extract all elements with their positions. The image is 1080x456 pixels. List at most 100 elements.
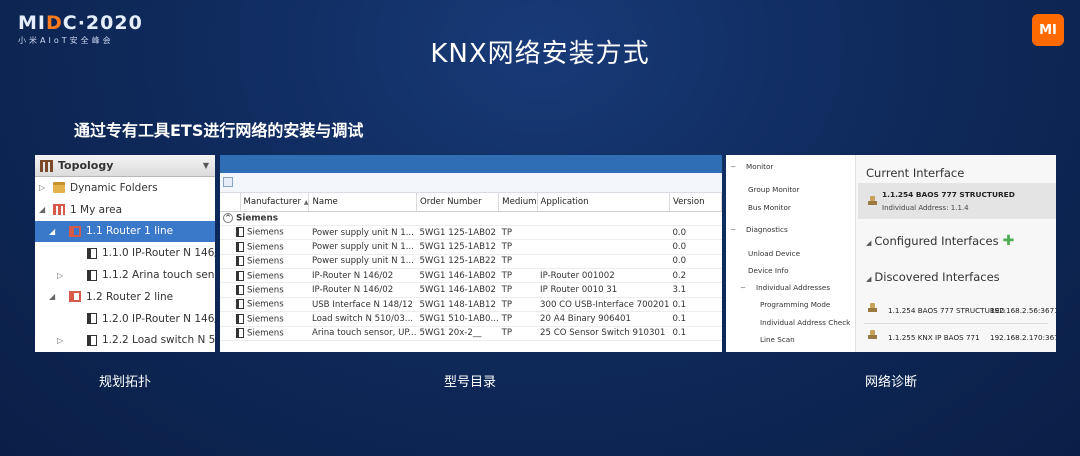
nav-item[interactable]: Programming Mode [760, 300, 830, 309]
nav-item-label: Line Scan [760, 335, 795, 344]
tree-item[interactable]: ▷ 1.2.2 Load switch N 510/... [35, 330, 215, 352]
col-name[interactable]: Name [308, 193, 417, 212]
order-number-cell: 5WG1 20x-2__ [416, 326, 499, 342]
application-cell: IP-Router 001002 [537, 268, 670, 284]
catalog-row[interactable]: Siemens Power supply unit N 1... 5WG1 125-… [220, 254, 722, 270]
catalog-row[interactable]: Siemens Power supply unit N 1... 5WG1 125-… [220, 225, 722, 241]
col-application[interactable]: Application [537, 193, 670, 212]
tree-item-label: 1.2 Router 2 line [86, 290, 174, 303]
nav-item[interactable]: − Individual Addresses [740, 283, 830, 292]
manufacturer-cell: Siemens [220, 254, 309, 270]
order-number-cell: 5WG1 125-1AB22 [416, 254, 499, 270]
device-icon [236, 270, 244, 281]
nav-item[interactable]: Bus Monitor [748, 203, 791, 212]
catalog-tool-icon[interactable] [223, 177, 233, 187]
expand-toggle-icon[interactable]: ▷ [57, 336, 63, 345]
line-icon [69, 225, 81, 237]
medium-cell: TP [498, 254, 538, 270]
collapse-icon[interactable]: − [730, 162, 738, 171]
application-cell: 20 A4 Binary 906401 [537, 311, 670, 327]
catalog-row[interactable]: Siemens Arina touch sensor, UP... 5WG1 20x… [220, 326, 722, 342]
tree-item[interactable]: ◢ 1.2 Router 2 line [35, 286, 215, 308]
group-label: Siemens [236, 213, 278, 224]
device-icon [236, 256, 244, 267]
tree-item[interactable]: ◢ 1 My area [35, 199, 215, 221]
tree-item[interactable]: ▷ 1.1.2 Arina touch sensor,... [35, 264, 215, 286]
application-cell: 25 CO Sensor Switch 910301 [537, 326, 670, 342]
interface-icon [868, 196, 877, 206]
medium-cell: TP [498, 225, 538, 241]
catalog-row[interactable]: Siemens IP-Router N 146/02 5WG1 146-1AB02 T… [220, 268, 722, 284]
discovered-interfaces-heading[interactable]: ◢ Discovered Interfaces [866, 270, 1000, 284]
manufacturer-cell: Siemens [220, 268, 309, 284]
name-cell: Load switch N 510/03... [308, 311, 417, 327]
col-order-number[interactable]: Order Number [416, 193, 500, 212]
col-medium[interactable]: Medium [498, 193, 538, 212]
tree-item-label: 1 My area [70, 203, 123, 216]
name-cell: Arina touch sensor, UP... [308, 326, 417, 342]
order-number-cell: 5WG1 510-1AB0... [416, 311, 499, 327]
device-icon [87, 247, 97, 259]
add-icon[interactable]: ✚ [1003, 233, 1015, 249]
col-version[interactable]: Version [669, 193, 722, 212]
topology-header[interactable]: Topology ▼ [35, 155, 215, 177]
group-row[interactable]: ^ Siemens [220, 211, 722, 226]
collapse-icon[interactable]: ^ [223, 212, 233, 223]
nav-item[interactable]: − Diagnostics [730, 225, 788, 234]
current-interface-name: 1.1.254 BAOS 777 STRUCTURED [882, 190, 1015, 199]
expand-toggle-icon[interactable]: ◢ [49, 227, 55, 236]
discovered-interface-name[interactable]: 1.1.255 KNX IP BAOS 771 [888, 333, 980, 342]
nav-item-label: Individual Addresses [756, 283, 831, 292]
nav-item[interactable]: Group Monitor [748, 185, 800, 194]
device-icon [236, 284, 244, 295]
nav-item[interactable]: Unload Device [748, 249, 800, 258]
medium-cell: TP [498, 326, 538, 342]
catalog-row[interactable]: Siemens Load switch N 510/03... 5WG1 510-1… [220, 311, 722, 327]
expand-toggle-icon[interactable]: ▷ [39, 183, 45, 192]
tree-item[interactable]: 1.1.0 IP-Router N 146/02 [35, 242, 215, 264]
group-cell: ^ Siemens [220, 211, 722, 226]
application-cell [537, 254, 670, 270]
catalog-row[interactable]: Siemens USB Interface N 148/12 5WG1 148-1A… [220, 297, 722, 313]
expand-toggle-icon[interactable]: ▷ [57, 271, 63, 280]
nav-item-label: Diagnostics [746, 225, 788, 234]
topology-tree: ▷ Dynamic Folders ◢ 1 My area ◢ 1.1 Router 1 … [35, 177, 215, 351]
logo-text: MIDC·2020 [18, 12, 143, 34]
configured-interfaces-heading[interactable]: ◢ Configured Interfaces ✚ [866, 233, 1014, 249]
tree-item[interactable]: ◢ 1.1 Router 1 line [35, 220, 215, 243]
manufacturer-text: Siemens [247, 271, 284, 281]
collapse-icon[interactable]: − [740, 283, 748, 292]
expand-toggle-icon[interactable]: ◢ [39, 205, 45, 214]
discovered-interface-ip[interactable]: 192.168.2.170:3671 [990, 333, 1056, 342]
catalog-row[interactable]: Siemens Power supply unit N 1... 5WG1 125-… [220, 239, 722, 255]
order-number-cell: 5WG1 148-1AB12 [416, 297, 499, 313]
device-icon [236, 328, 244, 339]
col-manufacturer[interactable]: Manufacturer ▲ [240, 193, 310, 212]
nav-item[interactable]: Line Scan [760, 335, 795, 344]
nav-item[interactable]: Individual Address Check [760, 318, 850, 327]
manufacturer-text: Siemens [247, 242, 284, 253]
tree-item-label: 1.2.2 Load switch N 510/... [102, 334, 215, 347]
collapse-icon[interactable]: − [730, 225, 738, 234]
nav-item[interactable]: − Monitor [730, 162, 773, 171]
manufacturer-cell: Siemens [220, 225, 309, 241]
topology-panel: Topology ▼ ▷ Dynamic Folders ◢ 1 My area ◢ 1.… [35, 155, 215, 352]
discovered-interface-name[interactable]: 1.1.254 BAOS 777 STRUCTURED [888, 306, 1005, 315]
tree-item-label: 1.1.2 Arina touch sensor,... [102, 269, 215, 282]
discovered-interface-ip[interactable]: 192.168.2.56:3671 [990, 306, 1056, 315]
nav-item-label: Bus Monitor [748, 203, 791, 212]
current-interface-card[interactable] [858, 183, 1056, 219]
interfaces-pane: Current Interface 1.1.254 BAOS 777 STRUC… [856, 155, 1056, 352]
caption-topology: 规划拓扑 [98, 375, 151, 390]
nav-item-label: Individual Address Check [760, 318, 851, 327]
section-subtitle: 通过专有工具ETS进行网络的安装与调试 [74, 121, 364, 140]
current-interface-address: Individual Address: 1.1.4 [882, 204, 969, 212]
version-cell: 0.2 [669, 268, 722, 284]
catalog-row[interactable]: Siemens IP-Router N 146/02 5WG1 146-1AB02 T… [220, 282, 722, 298]
dropdown-arrow-icon[interactable]: ▼ [203, 161, 209, 170]
expand-toggle-icon[interactable]: ◢ [49, 292, 55, 301]
tree-item[interactable]: 1.2.0 IP-Router N 146/02 [35, 308, 215, 330]
tree-item[interactable]: ▷ Dynamic Folders [35, 177, 215, 199]
nav-item[interactable]: Device Info [748, 266, 788, 275]
version-cell: 0.0 [669, 239, 722, 255]
